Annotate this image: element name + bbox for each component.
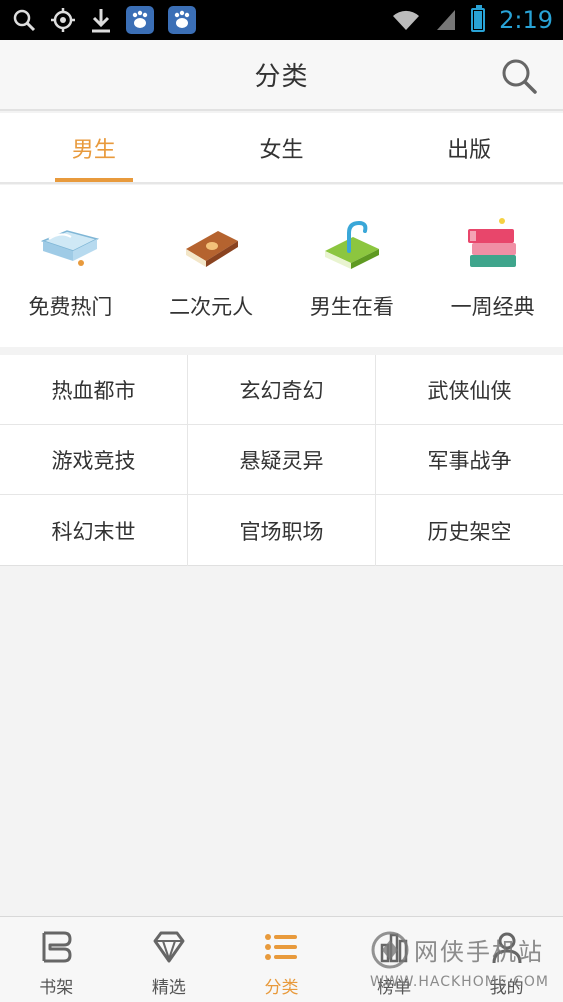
tab-male[interactable]: 男生	[0, 113, 188, 182]
bookshelf-icon	[38, 929, 74, 965]
book-stack-icon	[460, 211, 526, 277]
bottom-nav: 书架 精选 分类 榜单 我的	[0, 916, 563, 1002]
gender-tabs: 男生 女生 出版	[0, 113, 563, 184]
nav-ranking[interactable]: 榜单	[338, 917, 451, 1002]
category-cell[interactable]: 悬疑灵异	[188, 425, 376, 495]
battery-icon	[471, 5, 486, 32]
page-title: 分类	[254, 62, 309, 92]
featured-label: 男生在看	[309, 295, 394, 319]
featured-label: 二次元人	[169, 295, 254, 319]
baidu-icon	[168, 6, 196, 34]
featured-item-weekly-classic[interactable]: 一周经典	[422, 185, 563, 347]
signal-icon	[435, 8, 457, 32]
category-cell[interactable]: 热血都市	[0, 355, 188, 425]
category-cell[interactable]: 武侠仙侠	[376, 355, 563, 425]
featured-item-male-reading[interactable]: 男生在看	[282, 185, 423, 347]
featured-label: 一周经典	[450, 295, 535, 319]
featured-row: 免费热门 二次元人 男生在看 一周经典	[0, 185, 563, 347]
category-grid: 热血都市 玄幻奇幻 武侠仙侠 游戏竞技 悬疑灵异 军事战争 科幻末世 官场职场 …	[0, 355, 563, 566]
baidu-icon	[126, 6, 154, 34]
search-icon[interactable]	[499, 56, 539, 96]
category-cell[interactable]: 玄幻奇幻	[188, 355, 376, 425]
tab-female[interactable]: 女生	[188, 113, 376, 182]
status-left-icons	[12, 6, 196, 34]
nav-profile[interactable]: 我的	[450, 917, 563, 1002]
nav-category[interactable]: 分类	[225, 917, 338, 1002]
diamond-icon	[151, 929, 187, 965]
chart-icon	[376, 929, 412, 965]
location-icon	[50, 7, 76, 33]
open-book-icon	[37, 211, 103, 277]
category-cell[interactable]: 军事战争	[376, 425, 563, 495]
status-right-icons: 2:19	[391, 5, 553, 34]
list-icon	[263, 929, 299, 965]
green-book-icon	[319, 211, 385, 277]
featured-item-anime[interactable]: 二次元人	[141, 185, 282, 347]
category-cell[interactable]: 科幻末世	[0, 495, 188, 566]
tab-publishing[interactable]: 出版	[375, 113, 563, 182]
status-clock: 2:19	[499, 6, 553, 34]
nav-label: 榜单	[377, 978, 412, 998]
nav-label: 分类	[264, 978, 299, 998]
nav-featured[interactable]: 精选	[113, 917, 226, 1002]
brown-book-icon	[178, 211, 244, 277]
featured-label: 免费热门	[28, 295, 113, 319]
app-header: 分类	[0, 40, 563, 111]
nav-label: 我的	[489, 978, 524, 998]
category-cell[interactable]: 游戏竞技	[0, 425, 188, 495]
status-bar: 2:19	[0, 0, 563, 40]
download-icon	[90, 7, 112, 33]
nav-label: 书架	[39, 978, 74, 998]
search-icon	[12, 8, 36, 32]
nav-label: 精选	[151, 978, 186, 998]
nav-bookshelf[interactable]: 书架	[0, 917, 113, 1002]
user-icon	[489, 929, 525, 965]
category-cell[interactable]: 官场职场	[188, 495, 376, 566]
featured-item-free-hot[interactable]: 免费热门	[0, 185, 141, 347]
category-cell[interactable]: 历史架空	[376, 495, 563, 566]
wifi-icon	[391, 8, 421, 32]
